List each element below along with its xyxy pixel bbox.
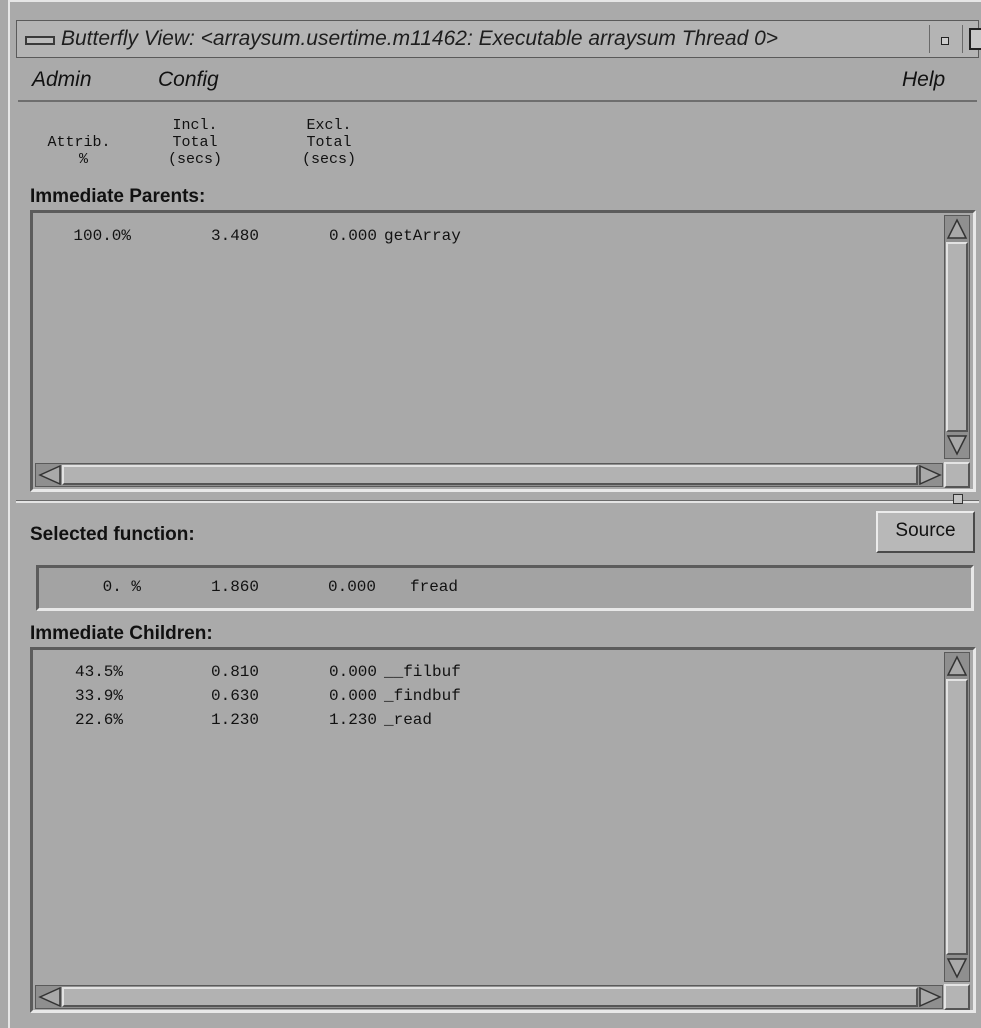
list-item[interactable]: 43.5% 0.810 0.000 __filbuf bbox=[33, 663, 633, 685]
column-header-attrib: Attrib. % bbox=[47, 134, 111, 168]
column-header-incl-total: Incl. Total (secs) bbox=[167, 117, 222, 168]
parents-horizontal-scrollbar[interactable] bbox=[35, 463, 943, 487]
maximize-button[interactable] bbox=[962, 25, 981, 53]
child-name: _read bbox=[384, 711, 433, 729]
child-excl: 1.230 bbox=[328, 711, 377, 729]
children-list[interactable]: 43.5% 0.810 0.000 __filbuf 33.9% 0.630 0… bbox=[30, 647, 976, 1013]
minimize-button[interactable] bbox=[929, 25, 960, 53]
parent-excl: 0.000 bbox=[328, 227, 377, 245]
menu-config-label: Config bbox=[158, 68, 219, 91]
window-title: Butterfly View: <arraysum.usertime.m1146… bbox=[61, 27, 779, 50]
window-menu-icon[interactable] bbox=[23, 29, 55, 49]
menu-bar: Admin Config Help bbox=[18, 62, 977, 102]
child-excl: 0.000 bbox=[328, 687, 377, 705]
parents-list[interactable]: 100.0% 3.480 0.000 getArray bbox=[30, 210, 976, 492]
column-header-excl-total: Excl. Total (secs) bbox=[301, 117, 356, 168]
menu-help[interactable]: Help bbox=[902, 68, 945, 92]
child-attrib: 43.5% bbox=[74, 663, 123, 681]
menu-admin-label: Admin bbox=[32, 68, 92, 91]
window-titlebar[interactable]: Butterfly View: <arraysum.usertime.m1146… bbox=[16, 20, 981, 58]
children-horizontal-scrollbar[interactable] bbox=[35, 985, 943, 1009]
scroll-right-arrow-icon[interactable] bbox=[918, 986, 942, 1008]
children-vertical-scroll-thumb[interactable] bbox=[946, 679, 968, 955]
menu-help-label: Help bbox=[902, 68, 946, 91]
menu-admin[interactable]: Admin bbox=[32, 68, 92, 92]
parents-heading: Immediate Parents: bbox=[30, 186, 206, 207]
parent-incl: 3.480 bbox=[210, 227, 259, 245]
scroll-down-arrow-icon[interactable] bbox=[946, 434, 968, 456]
children-heading: Immediate Children: bbox=[30, 623, 213, 644]
child-incl: 0.810 bbox=[210, 663, 259, 681]
parents-vertical-scroll-thumb[interactable] bbox=[946, 242, 968, 432]
child-attrib: 33.9% bbox=[74, 687, 123, 705]
list-item[interactable]: 33.9% 0.630 0.000 _findbuf bbox=[33, 687, 633, 709]
minimize-icon bbox=[941, 37, 949, 45]
child-name: __filbuf bbox=[384, 663, 461, 681]
list-item[interactable]: 22.6% 1.230 1.230 _read bbox=[33, 711, 633, 733]
selected-attrib: 0. % bbox=[102, 578, 141, 596]
child-incl: 1.230 bbox=[210, 711, 259, 729]
child-attrib: 22.6% bbox=[74, 711, 123, 729]
children-horizontal-scroll-thumb[interactable] bbox=[62, 987, 918, 1007]
pane-separator[interactable] bbox=[16, 500, 979, 503]
scrollbar-corner bbox=[944, 984, 970, 1010]
scrollbar-corner bbox=[944, 462, 970, 488]
scroll-left-arrow-icon[interactable] bbox=[38, 464, 62, 486]
child-name: _findbuf bbox=[384, 687, 461, 705]
selected-function-row: 0. % 1.860 0.000 fread bbox=[36, 565, 974, 611]
selected-function-heading: Selected function: bbox=[30, 524, 195, 545]
scroll-up-arrow-icon[interactable] bbox=[946, 218, 968, 240]
child-excl: 0.000 bbox=[328, 663, 377, 681]
parent-name: getArray bbox=[384, 227, 461, 245]
children-vertical-scrollbar[interactable] bbox=[944, 652, 970, 982]
selected-incl: 1.860 bbox=[210, 578, 259, 596]
selected-name: fread bbox=[410, 578, 459, 596]
scroll-right-arrow-icon[interactable] bbox=[918, 464, 942, 486]
source-button[interactable]: Source bbox=[876, 511, 975, 553]
scroll-up-arrow-icon[interactable] bbox=[946, 655, 968, 677]
pane-sash-handle[interactable] bbox=[953, 494, 963, 504]
menu-config[interactable]: Config bbox=[158, 68, 219, 92]
selected-excl: 0.000 bbox=[327, 578, 376, 596]
list-item[interactable]: 100.0% 3.480 0.000 getArray bbox=[33, 227, 633, 249]
parents-horizontal-scroll-thumb[interactable] bbox=[62, 465, 918, 485]
maximize-icon bbox=[969, 28, 981, 50]
scroll-down-arrow-icon[interactable] bbox=[946, 957, 968, 979]
parents-vertical-scrollbar[interactable] bbox=[944, 215, 970, 459]
scroll-left-arrow-icon[interactable] bbox=[38, 986, 62, 1008]
parent-attrib: 100.0% bbox=[73, 227, 131, 245]
child-incl: 0.630 bbox=[210, 687, 259, 705]
